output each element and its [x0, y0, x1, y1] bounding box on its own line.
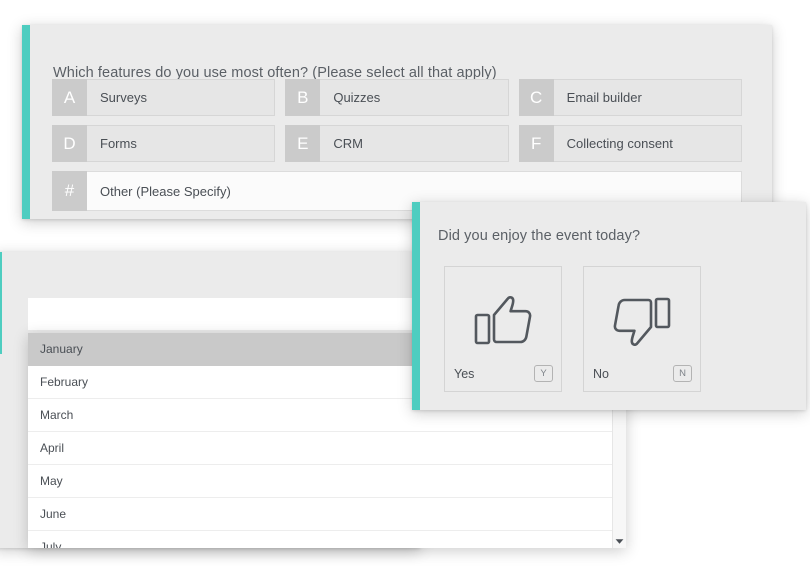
card-accent-bar — [0, 252, 2, 354]
event-choice-tiles: Yes Y No N — [444, 266, 701, 392]
option-label: Email builder — [554, 79, 742, 116]
feature-option-c[interactable]: C Email builder — [519, 79, 742, 116]
option-label: CRM — [320, 125, 508, 162]
option-key-badge: D — [52, 125, 87, 162]
card-accent-bar — [22, 25, 30, 219]
option-key-badge: C — [519, 79, 554, 116]
features-options-row: D Forms E CRM F Collecting consent — [52, 125, 742, 162]
option-key-badge: B — [285, 79, 320, 116]
event-choice-no[interactable]: No N — [583, 266, 701, 392]
survey-preview-canvas: Which features do you use most often? (P… — [0, 0, 810, 582]
option-key-badge-hash: # — [52, 171, 87, 211]
option-label: Quizzes — [320, 79, 508, 116]
month-list-item[interactable]: April — [28, 432, 626, 465]
card-accent-bar — [412, 202, 420, 410]
features-question-card: Which features do you use most often? (P… — [22, 25, 772, 219]
month-list-item[interactable]: July — [28, 531, 626, 548]
features-options-row: A Surveys B Quizzes C Email builder — [52, 79, 742, 116]
event-question-title: Did you enjoy the event today? — [438, 228, 640, 244]
thumbs-down-icon — [584, 291, 700, 351]
feature-option-a[interactable]: A Surveys — [52, 79, 275, 116]
feature-option-b[interactable]: B Quizzes — [285, 79, 508, 116]
shortcut-key-badge: Y — [534, 365, 553, 382]
event-choice-label: No — [593, 367, 609, 381]
shortcut-key-badge: N — [673, 365, 692, 382]
option-label: Surveys — [87, 79, 275, 116]
event-choice-footer: Yes Y — [454, 365, 553, 382]
option-key-badge: A — [52, 79, 87, 116]
month-list-item[interactable]: June — [28, 498, 626, 531]
feature-option-e[interactable]: E CRM — [285, 125, 508, 162]
chevron-down-icon[interactable] — [613, 535, 626, 548]
event-choice-label: Yes — [454, 367, 474, 381]
feature-option-f[interactable]: F Collecting consent — [519, 125, 742, 162]
month-list-item[interactable]: May — [28, 465, 626, 498]
option-key-badge: F — [519, 125, 554, 162]
thumbs-up-icon — [445, 291, 561, 351]
features-options-grid: A Surveys B Quizzes C Email builder D Fo… — [52, 79, 742, 211]
feature-option-d[interactable]: D Forms — [52, 125, 275, 162]
event-question-card: Did you enjoy the event today? Yes Y — [412, 202, 806, 410]
option-label: Forms — [87, 125, 275, 162]
option-label: Collecting consent — [554, 125, 742, 162]
option-key-badge: E — [285, 125, 320, 162]
event-choice-yes[interactable]: Yes Y — [444, 266, 562, 392]
event-choice-footer: No N — [593, 365, 692, 382]
